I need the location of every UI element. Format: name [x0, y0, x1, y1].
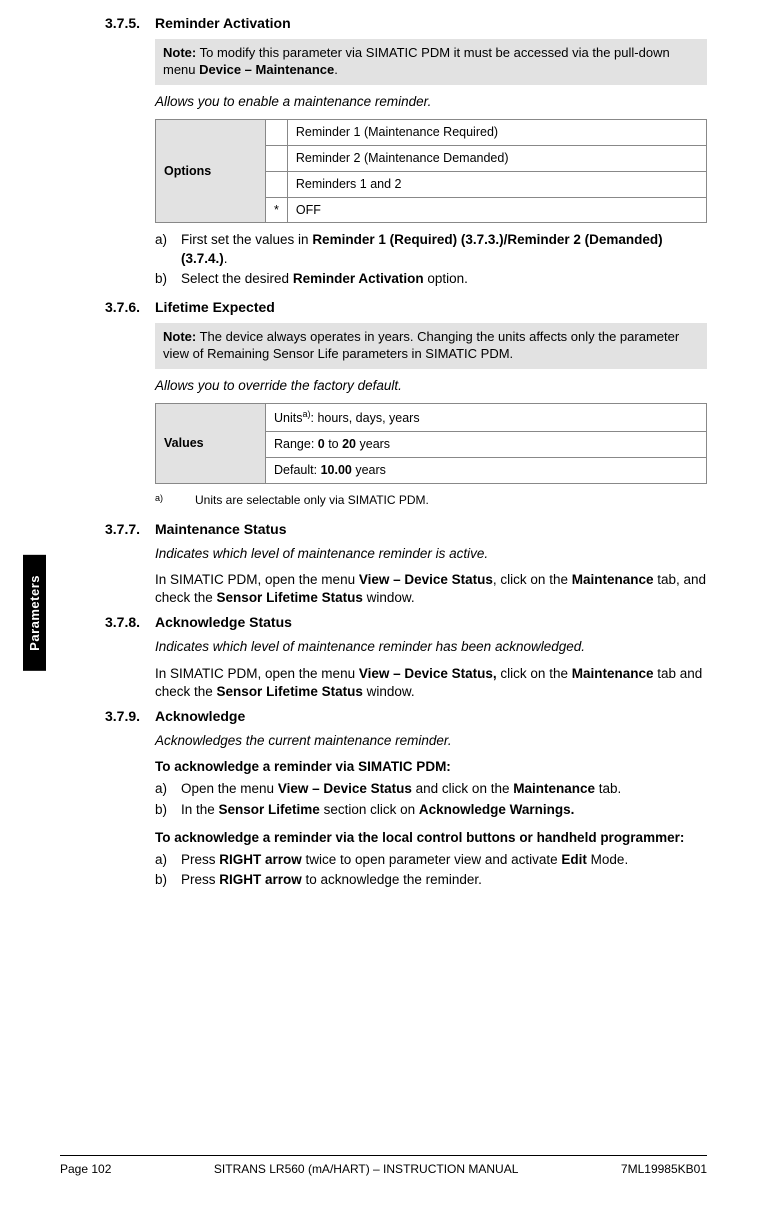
footnote-text: Units are selectable only via SIMATIC PD…: [195, 492, 429, 510]
values-label-cell: Values: [156, 403, 266, 483]
footer-doc-id: 7ML19985KB01: [621, 1162, 707, 1176]
note-box: Note: The device always operates in year…: [155, 323, 707, 369]
marker: a): [155, 780, 181, 798]
section-number: 3.7.6.: [105, 298, 155, 317]
sub-heading: To acknowledge a reminder via the local …: [155, 829, 707, 847]
section-desc: Allows you to override the factory defau…: [155, 377, 707, 395]
values-table: Values Unitsa): hours, days, years Range…: [155, 403, 707, 484]
section-desc: Indicates which level of maintenance rem…: [155, 638, 707, 656]
table-row: Values Unitsa): hours, days, years: [156, 403, 707, 431]
page-footer: Page 102 SITRANS LR560 (mA/HART) – INSTR…: [60, 1155, 707, 1176]
section-3-7-6-body: Note: The device always operates in year…: [155, 323, 707, 510]
section-title: Acknowledge Status: [155, 613, 292, 632]
paragraph: In SIMATIC PDM, open the menu View – Dev…: [155, 571, 707, 607]
steps-list: a) Open the menu View – Device Status an…: [155, 780, 707, 818]
paragraph: In SIMATIC PDM, open the menu View – Dev…: [155, 665, 707, 701]
steps-list: a) Press RIGHT arrow twice to open param…: [155, 851, 707, 889]
section-3-7-8-heading: 3.7.8. Acknowledge Status: [105, 613, 707, 632]
options-table: Options Reminder 1 (Maintenance Required…: [155, 119, 707, 224]
note-bold: Device – Maintenance: [199, 62, 334, 77]
section-title: Lifetime Expected: [155, 298, 275, 317]
page: Parameters 3.7.5. Reminder Activation No…: [0, 0, 767, 1206]
section-title: Reminder Activation: [155, 14, 291, 33]
options-label-cell: Options: [156, 119, 266, 223]
list-item: b) Select the desired Reminder Activatio…: [155, 270, 707, 288]
footer-page-number: Page 102: [60, 1162, 111, 1176]
section-3-7-8-body: Indicates which level of maintenance rem…: [155, 638, 707, 701]
note-suffix: .: [334, 62, 338, 77]
marker: b): [155, 871, 181, 889]
footer-title: SITRANS LR560 (mA/HART) – INSTRUCTION MA…: [214, 1162, 519, 1176]
section-3-7-7-heading: 3.7.7. Maintenance Status: [105, 520, 707, 539]
star-cell: *: [266, 197, 288, 223]
list-item: a) Open the menu View – Device Status an…: [155, 780, 707, 798]
marker: b): [155, 801, 181, 819]
section-3-7-5-heading: 3.7.5. Reminder Activation: [105, 14, 707, 33]
note-box: Note: To modify this parameter via SIMAT…: [155, 39, 707, 85]
section-number: 3.7.7.: [105, 520, 155, 539]
footnote-marker: a): [155, 492, 195, 510]
marker: b): [155, 270, 181, 288]
section-3-7-9-heading: 3.7.9. Acknowledge: [105, 707, 707, 726]
list-text: In the Sensor Lifetime section click on …: [181, 801, 574, 819]
option-value: Reminder 1 (Maintenance Required): [287, 119, 706, 145]
units-cell: Unitsa): hours, days, years: [266, 403, 707, 431]
section-number: 3.7.5.: [105, 14, 155, 33]
list-item: b) In the Sensor Lifetime section click …: [155, 801, 707, 819]
list-text: Press RIGHT arrow twice to open paramete…: [181, 851, 628, 869]
option-value: OFF: [287, 197, 706, 223]
option-value: Reminders 1 and 2: [287, 171, 706, 197]
range-cell: Range: 0 to 20 years: [266, 431, 707, 457]
section-title: Acknowledge: [155, 707, 245, 726]
section-3-7-7-body: Indicates which level of maintenance rem…: [155, 545, 707, 608]
steps-list: a) First set the values in Reminder 1 (R…: [155, 231, 707, 288]
side-tab-parameters: Parameters: [23, 555, 46, 671]
note-text: The device always operates in years. Cha…: [163, 329, 679, 361]
option-value: Reminder 2 (Maintenance Demanded): [287, 145, 706, 171]
footnote: a) Units are selectable only via SIMATIC…: [155, 492, 707, 510]
section-3-7-6-heading: 3.7.6. Lifetime Expected: [105, 298, 707, 317]
list-item: a) Press RIGHT arrow twice to open param…: [155, 851, 707, 869]
list-item: b) Press RIGHT arrow to acknowledge the …: [155, 871, 707, 889]
list-text: Select the desired Reminder Activation o…: [181, 270, 468, 288]
note-prefix: Note:: [163, 329, 196, 344]
section-title: Maintenance Status: [155, 520, 286, 539]
table-row: Options Reminder 1 (Maintenance Required…: [156, 119, 707, 145]
section-desc: Allows you to enable a maintenance remin…: [155, 93, 707, 111]
section-desc: Acknowledges the current maintenance rem…: [155, 732, 707, 750]
star-cell: [266, 145, 288, 171]
list-text: First set the values in Reminder 1 (Requ…: [181, 231, 707, 267]
star-cell: [266, 171, 288, 197]
star-cell: [266, 119, 288, 145]
section-3-7-5-body: Note: To modify this parameter via SIMAT…: [155, 39, 707, 288]
section-number: 3.7.9.: [105, 707, 155, 726]
section-desc: Indicates which level of maintenance rem…: [155, 545, 707, 563]
default-cell: Default: 10.00 years: [266, 457, 707, 483]
note-prefix: Note:: [163, 45, 196, 60]
content-area: 3.7.5. Reminder Activation Note: To modi…: [105, 0, 707, 889]
section-3-7-9-body: Acknowledges the current maintenance rem…: [155, 732, 707, 890]
list-item: a) First set the values in Reminder 1 (R…: [155, 231, 707, 267]
marker: a): [155, 231, 181, 267]
section-number: 3.7.8.: [105, 613, 155, 632]
list-text: Open the menu View – Device Status and c…: [181, 780, 621, 798]
marker: a): [155, 851, 181, 869]
sub-heading: To acknowledge a reminder via SIMATIC PD…: [155, 758, 707, 776]
list-text: Press RIGHT arrow to acknowledge the rem…: [181, 871, 482, 889]
